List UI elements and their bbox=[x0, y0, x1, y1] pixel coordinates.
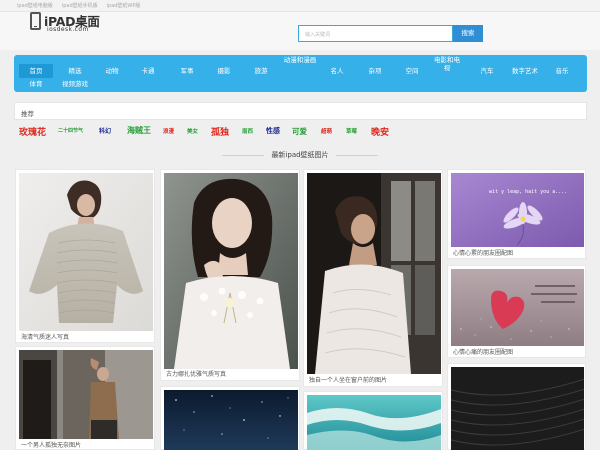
wallpaper-image-abstract-lines[interactable] bbox=[451, 367, 584, 450]
topbar-link-wp[interactable]: ipad壁纸WP版 bbox=[107, 2, 141, 9]
wallpaper-card[interactable] bbox=[160, 386, 300, 450]
tag-lonely[interactable]: 孤独 bbox=[211, 125, 229, 138]
card-caption[interactable]: 一个男人孤独无奈图片 bbox=[21, 440, 81, 449]
tag-super-cute[interactable]: 超萌 bbox=[321, 127, 332, 135]
wallpaper-card[interactable]: 一个男人孤独无奈图片 bbox=[15, 346, 155, 450]
card-caption[interactable]: 心情心累的朋友圈配图 bbox=[453, 248, 513, 257]
site-logo[interactable]: iPAD桌面 iosdesk.com bbox=[30, 12, 100, 42]
tag-scifi[interactable]: 科幻 bbox=[99, 126, 111, 135]
nav-item-home[interactable]: 首页 bbox=[19, 64, 53, 78]
nav-item-misc[interactable]: 杂项 bbox=[358, 67, 392, 75]
recommend-bar: 推荐 bbox=[14, 102, 587, 120]
nav-item-digital-art[interactable]: 数字艺术 bbox=[506, 67, 544, 75]
wallpaper-image-purple-flower[interactable]: wit y leap, hait you a.... bbox=[451, 173, 584, 247]
topbar-link-desktop[interactable]: ipad壁纸电脑版 bbox=[17, 2, 53, 9]
nav-item-space[interactable]: 空间 bbox=[395, 67, 429, 75]
topbar-link-mobile[interactable]: ipad壁纸手机版 bbox=[62, 2, 98, 9]
wallpaper-image-actress-white-dress[interactable] bbox=[164, 173, 298, 369]
tag-good-night[interactable]: 晚安 bbox=[371, 125, 389, 138]
ipad-icon bbox=[30, 12, 41, 30]
wallpaper-card[interactable]: wit y leap, hait you a.... 心情心累的朋友圈配图 bbox=[447, 169, 586, 259]
wallpaper-image-ocean-wave[interactable] bbox=[307, 395, 441, 450]
wallpaper-card[interactable]: 心情心痛的朋友圈配图 bbox=[447, 265, 586, 358]
nav-item-animals[interactable]: 动物 bbox=[95, 67, 129, 75]
card-caption[interactable]: 心情心痛的朋友圈配图 bbox=[453, 347, 513, 356]
nav-item-video-games[interactable]: 视频游戏 bbox=[54, 80, 96, 88]
nav-item-cartoon[interactable]: 卡通 bbox=[131, 67, 165, 75]
card-caption[interactable]: 古力娜扎优雅气质写真 bbox=[166, 369, 226, 378]
tag-beauty[interactable]: 美女 bbox=[187, 127, 198, 135]
tag-solar-terms[interactable]: 二十四节气 bbox=[58, 127, 83, 134]
card-caption[interactable]: 独自一个人坐在窗户前的图片 bbox=[309, 375, 387, 384]
nav-item-sports[interactable]: 体育 bbox=[19, 80, 53, 88]
section-title: 最新ipad壁纸图片 bbox=[271, 151, 329, 159]
wallpaper-image-red-heart[interactable] bbox=[451, 269, 584, 346]
nav-item-celebrity[interactable]: 名人 bbox=[320, 67, 354, 75]
search-bar: 输入关键词 搜索 bbox=[298, 25, 483, 42]
wallpaper-card[interactable] bbox=[303, 391, 443, 450]
tag-sexy[interactable]: 性感 bbox=[266, 126, 280, 136]
wallpaper-image-starry-night[interactable] bbox=[164, 390, 298, 450]
nav-item-anime[interactable]: 动漫和漫画 bbox=[281, 56, 319, 64]
wallpaper-card[interactable]: 古力娜扎优雅气质写真 bbox=[160, 169, 300, 381]
tag-cute[interactable]: 可爱 bbox=[292, 126, 307, 137]
nav-item-music[interactable]: 音乐 bbox=[545, 67, 579, 75]
nav-item-movies[interactable]: 电影和电视 bbox=[432, 56, 462, 72]
wallpaper-image-woman-knit-dress[interactable] bbox=[19, 173, 153, 331]
card-caption[interactable]: 海清气质迷人写真 bbox=[21, 332, 69, 341]
tag-rose[interactable]: 玫瑰花 bbox=[19, 125, 46, 138]
wallpaper-image-woman-by-window[interactable] bbox=[307, 173, 441, 374]
search-button[interactable]: 搜索 bbox=[453, 25, 483, 42]
wallpaper-card[interactable]: 海清气质迷人写真 bbox=[15, 169, 155, 343]
tag-one-piece[interactable]: 海贼王 bbox=[127, 125, 151, 136]
wallpaper-card[interactable]: 独自一个人坐在窗户前的图片 bbox=[303, 169, 443, 387]
tag-nanxi[interactable]: 南西 bbox=[242, 127, 253, 135]
main-nav: 首页 精选 动物 卡通 军事 摄影 旅游 动漫和漫画 名人 杂项 空间 电影和电… bbox=[14, 55, 587, 92]
logo-domain: iosdesk.com bbox=[47, 26, 89, 33]
nav-item-military[interactable]: 军事 bbox=[170, 67, 204, 75]
tag-strawberry[interactable]: 草莓 bbox=[346, 127, 357, 135]
recommend-label: 推荐 bbox=[21, 110, 34, 118]
search-input[interactable]: 输入关键词 bbox=[298, 25, 453, 42]
nav-item-featured[interactable]: 精选 bbox=[58, 67, 92, 75]
wallpaper-card[interactable] bbox=[447, 363, 586, 450]
wallpaper-image-man-lonely[interactable] bbox=[19, 350, 153, 439]
nav-item-photography[interactable]: 摄影 bbox=[207, 67, 241, 75]
nav-item-cars[interactable]: 汽车 bbox=[470, 67, 504, 75]
card-image-text: wit y leap, hait you a.... bbox=[489, 189, 567, 195]
nav-item-travel[interactable]: 旅游 bbox=[244, 67, 278, 75]
tag-romance[interactable]: 浪漫 bbox=[163, 127, 174, 135]
section-divider-right bbox=[336, 155, 378, 156]
